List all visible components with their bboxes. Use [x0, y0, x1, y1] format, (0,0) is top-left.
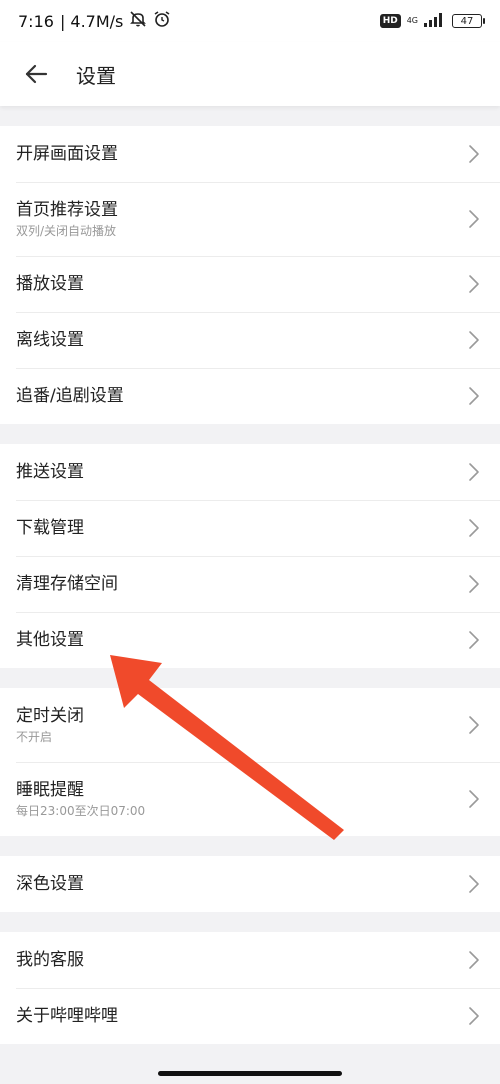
- row-other-settings[interactable]: 其他设置: [0, 612, 500, 668]
- row-playback-settings[interactable]: 播放设置: [0, 256, 500, 312]
- row-home-recommend-settings[interactable]: 首页推荐设置 双列/关闭自动播放: [0, 182, 500, 256]
- row-push-settings[interactable]: 推送设置: [0, 444, 500, 500]
- row-offline-settings[interactable]: 离线设置: [0, 312, 500, 368]
- app-header: 设置: [0, 42, 500, 106]
- row-about-bilibili[interactable]: 关于哔哩哔哩: [0, 988, 500, 1044]
- chevron-right-icon: [469, 519, 479, 537]
- row-follow-settings[interactable]: 追番/追剧设置: [0, 368, 500, 424]
- row-sleep-reminder[interactable]: 睡眠提醒 每日23:00至次日07:00: [0, 762, 500, 836]
- settings-group: 推送设置 下载管理 清理存储空间 其他设置: [0, 444, 500, 668]
- network-type: 4G: [406, 16, 418, 25]
- row-label: 播放设置: [16, 274, 84, 294]
- row-clear-storage[interactable]: 清理存储空间: [0, 556, 500, 612]
- chevron-right-icon: [469, 790, 479, 808]
- chevron-right-icon: [469, 1007, 479, 1025]
- settings-list: 开屏画面设置 首页推荐设置 双列/关闭自动播放 播放设置 离线设置 追番/追剧设…: [0, 106, 500, 1044]
- chevron-right-icon: [469, 716, 479, 734]
- row-sublabel: 双列/关闭自动播放: [16, 224, 117, 238]
- net-speed: | 4.7M/s: [59, 11, 124, 31]
- alarm-icon: [153, 10, 171, 32]
- row-sublabel: 不开启: [16, 730, 53, 744]
- back-arrow-icon: [25, 64, 48, 84]
- row-label: 首页推荐设置: [16, 200, 118, 220]
- status-bar: 7:16 | 4.7M/s HD 4G 47: [0, 0, 500, 42]
- chevron-right-icon: [469, 275, 479, 293]
- row-label: 睡眠提醒: [16, 780, 84, 800]
- chevron-right-icon: [469, 387, 479, 405]
- clock: 7:16: [18, 11, 54, 31]
- row-sleep-timer[interactable]: 定时关闭 不开启: [0, 688, 500, 762]
- settings-group: 我的客服 关于哔哩哔哩: [0, 932, 500, 1044]
- row-label: 清理存储空间: [16, 574, 118, 594]
- row-splash-settings[interactable]: 开屏画面设置: [0, 126, 500, 182]
- row-label: 下载管理: [16, 518, 84, 538]
- row-label: 离线设置: [16, 330, 84, 350]
- chevron-right-icon: [469, 951, 479, 969]
- row-download-manager[interactable]: 下载管理: [0, 500, 500, 556]
- row-label: 深色设置: [16, 874, 84, 894]
- mute-icon: [129, 10, 147, 32]
- page-title: 设置: [76, 63, 116, 88]
- chevron-right-icon: [469, 463, 479, 481]
- chevron-right-icon: [469, 575, 479, 593]
- chevron-right-icon: [469, 331, 479, 349]
- row-label: 其他设置: [16, 630, 84, 650]
- hd-badge: HD: [379, 14, 401, 28]
- row-label: 追番/追剧设置: [16, 386, 124, 406]
- chevron-right-icon: [469, 210, 479, 228]
- back-button[interactable]: [18, 56, 54, 92]
- settings-group: 深色设置: [0, 856, 500, 912]
- row-label: 定时关闭: [16, 706, 84, 726]
- row-label: 关于哔哩哔哩: [16, 1006, 118, 1026]
- row-customer-service[interactable]: 我的客服: [0, 932, 500, 988]
- row-label: 推送设置: [16, 462, 84, 482]
- chevron-right-icon: [469, 145, 479, 163]
- signal-icon: [424, 12, 446, 31]
- settings-group: 开屏画面设置 首页推荐设置 双列/关闭自动播放 播放设置 离线设置 追番/追剧设…: [0, 126, 500, 424]
- chevron-right-icon: [469, 631, 479, 649]
- row-label: 我的客服: [16, 950, 84, 970]
- network-indicator: 4G: [407, 17, 418, 25]
- battery-icon: 47: [452, 14, 485, 28]
- row-label: 开屏画面设置: [16, 144, 118, 164]
- row-dark-mode-settings[interactable]: 深色设置: [0, 856, 500, 912]
- chevron-right-icon: [469, 875, 479, 893]
- battery-level: 47: [460, 15, 474, 27]
- settings-group: 定时关闭 不开启 睡眠提醒 每日23:00至次日07:00: [0, 688, 500, 836]
- row-sublabel: 每日23:00至次日07:00: [16, 804, 146, 818]
- home-indicator[interactable]: [158, 1071, 342, 1076]
